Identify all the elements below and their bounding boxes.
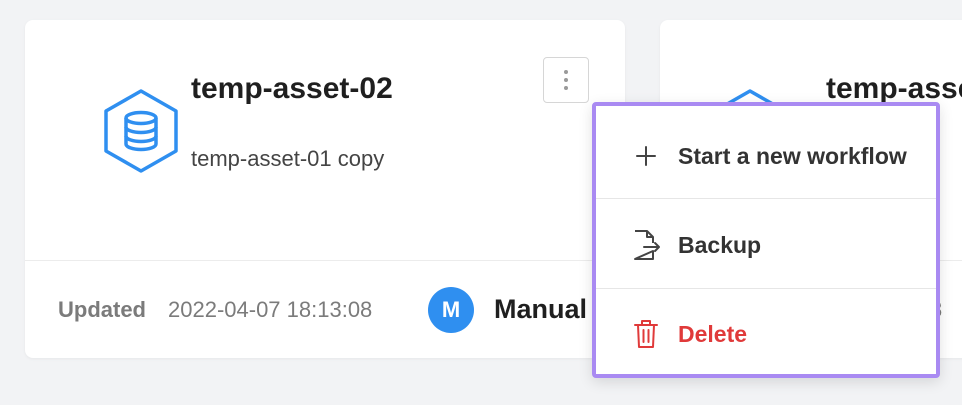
asset-description: temp-asset-01 copy	[191, 146, 385, 171]
avatar: M	[428, 287, 474, 333]
menu-divider	[596, 198, 936, 199]
backup-file-icon	[630, 229, 662, 261]
updated-label: Updated	[58, 297, 146, 322]
mode-label: Manual	[494, 294, 588, 324]
card-divider	[25, 260, 625, 261]
menu-item-start-workflow[interactable]: Start a new workflow	[596, 112, 936, 200]
menu-item-backup[interactable]: Backup	[596, 201, 936, 289]
kebab-dot-icon	[564, 86, 568, 90]
card-options-menu: Start a new workflow Backup Delete	[592, 102, 940, 378]
trash-icon	[630, 318, 662, 350]
menu-item-delete[interactable]: Delete	[596, 290, 936, 378]
more-options-button[interactable]	[543, 57, 589, 103]
updated-timestamp: 2022-04-07 18:13:08	[168, 297, 373, 322]
menu-item-label: Delete	[678, 320, 748, 347]
asset-card[interactable]: temp-asset-02 temp-asset-01 copy Updated…	[25, 20, 625, 358]
database-hexagon-icon	[103, 88, 179, 174]
menu-divider	[596, 288, 936, 289]
menu-item-label: Start a new workflow	[678, 142, 907, 169]
plus-icon	[630, 140, 662, 172]
kebab-dot-icon	[564, 78, 568, 82]
kebab-dot-icon	[564, 70, 568, 74]
asset-title[interactable]: temp-asset-02	[191, 72, 393, 106]
menu-item-label: Backup	[678, 231, 762, 258]
asset-title[interactable]: temp-asse	[826, 72, 962, 106]
